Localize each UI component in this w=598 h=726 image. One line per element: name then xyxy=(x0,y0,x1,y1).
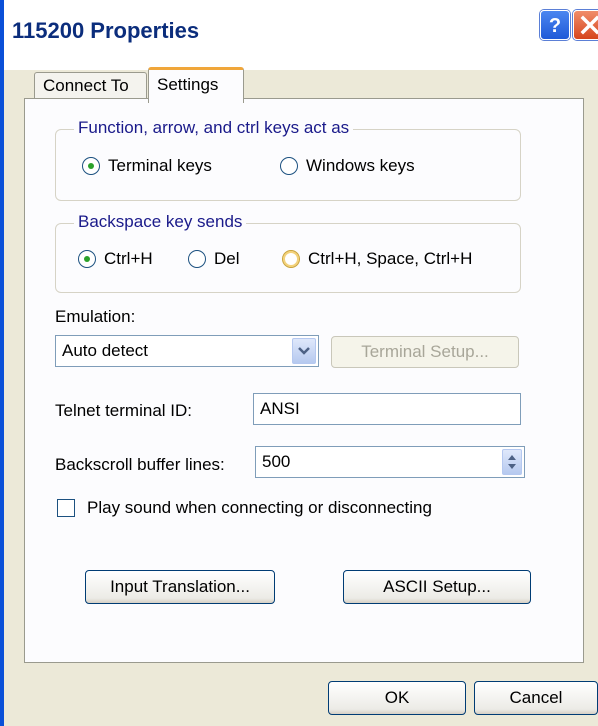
emulation-label: Emulation: xyxy=(55,307,136,326)
chevron-down-icon xyxy=(298,347,310,355)
input-translation-button[interactable]: Input Translation... xyxy=(85,570,275,604)
radio-label: Ctrl+H, Space, Ctrl+H xyxy=(308,249,473,268)
properties-dialog: 115200 Properties ? Connect To Settings … xyxy=(0,0,598,726)
help-icon: ? xyxy=(549,15,561,37)
ok-button[interactable]: OK xyxy=(328,681,466,715)
radio-indicator[interactable] xyxy=(188,250,206,268)
tab-settings[interactable]: Settings xyxy=(148,67,244,103)
emulation-dropdown[interactable]: Auto detect xyxy=(55,335,319,367)
title-bar: 115200 Properties ? xyxy=(4,0,598,70)
play-sound-checkbox[interactable] xyxy=(57,499,75,517)
terminal-setup-button[interactable]: Terminal Setup... xyxy=(331,336,519,368)
backscroll-label: Backscroll buffer lines: xyxy=(55,455,225,474)
radio-indicator[interactable] xyxy=(280,157,298,175)
radio-indicator[interactable] xyxy=(82,157,100,175)
window-title: 115200 Properties xyxy=(12,18,200,43)
radio-label: Terminal keys xyxy=(108,156,212,175)
backspace-group: Backspace key sends Ctrl+H Del Ctrl+H, S… xyxy=(55,212,521,293)
backscroll-value: 500 xyxy=(262,452,291,471)
cancel-button[interactable]: Cancel xyxy=(474,681,598,715)
spin-buttons[interactable] xyxy=(502,449,522,475)
close-button[interactable] xyxy=(573,10,598,40)
radio-ctrl-h-space-ctrl-h[interactable]: Ctrl+H, Space, Ctrl+H xyxy=(282,247,472,271)
help-button[interactable]: ? xyxy=(540,10,570,40)
settings-panel: Function, arrow, and ctrl keys act as Te… xyxy=(24,98,584,663)
close-icon xyxy=(580,15,598,35)
radio-ctrl-h[interactable]: Ctrl+H xyxy=(78,247,153,271)
radio-indicator[interactable] xyxy=(282,250,300,268)
dropdown-arrow[interactable] xyxy=(292,338,316,364)
function-keys-group: Function, arrow, and ctrl keys act as Te… xyxy=(55,118,521,201)
radio-terminal-keys[interactable]: Terminal keys xyxy=(82,154,212,178)
radio-indicator[interactable] xyxy=(78,250,96,268)
play-sound-label: Play sound when connecting or disconnect… xyxy=(87,498,432,517)
ascii-setup-button[interactable]: ASCII Setup... xyxy=(343,570,531,604)
radio-label: Windows keys xyxy=(306,156,415,175)
svg-text:?: ? xyxy=(549,15,561,37)
radio-windows-keys[interactable]: Windows keys xyxy=(280,154,415,178)
backspace-label: Backspace key sends xyxy=(74,212,247,232)
backscroll-buffer-input[interactable]: 500 xyxy=(255,446,525,478)
radio-label: Del xyxy=(214,249,240,268)
spin-arrows-icon xyxy=(508,455,516,469)
emulation-value: Auto detect xyxy=(62,341,149,360)
telnet-terminal-id-label: Telnet terminal ID: xyxy=(55,401,192,420)
radio-del[interactable]: Del xyxy=(188,247,240,271)
radio-label: Ctrl+H xyxy=(104,249,153,268)
function-keys-label: Function, arrow, and ctrl keys act as xyxy=(74,118,354,138)
telnet-terminal-id-input[interactable]: ANSI xyxy=(253,393,521,425)
